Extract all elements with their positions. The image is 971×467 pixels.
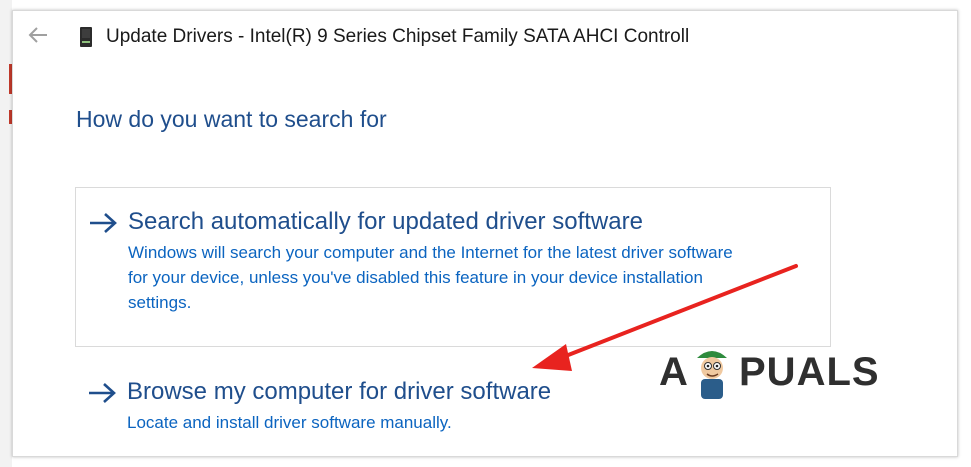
dialog-title: Update Drivers - Intel(R) 9 Series Chips… (106, 26, 690, 47)
screenshot-frame: Update Drivers - Intel(R) 9 Series Chips… (0, 0, 971, 467)
right-arrow-icon (90, 213, 117, 233)
browse-my-computer-option[interactable]: Browse my computer for driver software L… (75, 373, 595, 445)
search-automatically-option[interactable]: Search automatically for updated driver … (75, 187, 831, 347)
storage-controller-icon (80, 27, 92, 47)
watermark-text: PUALS (739, 350, 880, 394)
description-line: for your device, unless you've disabled … (128, 268, 703, 287)
back-button[interactable] (25, 25, 51, 49)
watermark-letter-a: A (659, 350, 689, 394)
option-description: Locate and install driver software manua… (127, 413, 452, 432)
background-window-edge (0, 0, 12, 467)
option-title: Search automatically for updated driver … (128, 208, 643, 235)
option-title: Browse my computer for driver software (127, 378, 552, 405)
right-arrow-icon (89, 383, 116, 403)
appuals-watermark: A PUALS (647, 342, 879, 408)
dialog-titlebar: Update Drivers - Intel(R) 9 Series Chips… (13, 11, 957, 63)
mascot-icon (697, 351, 727, 399)
description-line: settings. (128, 293, 192, 312)
option-description: Windows will search your computer and th… (128, 240, 733, 315)
description-line: Windows will search your computer and th… (128, 243, 733, 262)
back-arrow-icon (28, 27, 47, 43)
page-heading: How do you want to search for (76, 106, 387, 132)
